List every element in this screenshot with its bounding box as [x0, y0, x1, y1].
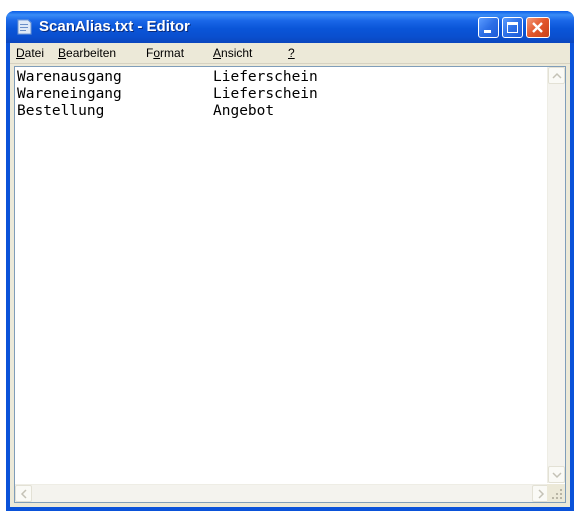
vertical-scrollbar[interactable] — [547, 67, 565, 483]
line-key: Bestellung — [17, 103, 105, 119]
chevron-left-icon — [20, 489, 27, 499]
menu-help-accel: ? — [288, 46, 295, 60]
resize-grip[interactable] — [547, 484, 565, 502]
menu-view-accel: A — [213, 46, 222, 60]
text-line: Wareneingang Lieferschein — [17, 86, 545, 103]
close-icon — [532, 22, 543, 33]
scroll-up-button[interactable] — [548, 67, 565, 84]
horizontal-scrollbar[interactable] — [15, 484, 549, 502]
menu-format-label: rmat — [160, 46, 185, 60]
menu-help[interactable]: ? — [288, 46, 295, 60]
text-editor[interactable]: Warenausgang Lieferschein Wareneingang L… — [14, 66, 566, 503]
menu-file-accel: D — [16, 46, 25, 60]
line-key: Wareneingang — [17, 86, 122, 102]
notepad-icon[interactable] — [17, 19, 32, 35]
menu-view[interactable]: Ansicht — [213, 46, 252, 60]
title-bar[interactable]: ScanAlias.txt - Editor — [6, 11, 574, 43]
scroll-left-button[interactable] — [15, 485, 32, 502]
editor-window: ScanAlias.txt - Editor Datei Bearbeiten … — [6, 11, 574, 511]
maximize-icon — [507, 22, 518, 33]
menu-file[interactable]: Datei — [16, 46, 44, 60]
line-key: Warenausgang — [17, 69, 122, 85]
menu-bar: Datei Bearbeiten Format Ansicht ? — [10, 43, 570, 64]
menu-edit-accel: B — [58, 46, 67, 60]
close-button[interactable] — [526, 17, 550, 38]
text-line: Warenausgang Lieferschein — [17, 69, 545, 86]
line-value: Lieferschein — [213, 69, 318, 85]
text-line: Bestellung Angebot — [17, 103, 545, 120]
scroll-down-button[interactable] — [548, 466, 565, 483]
chevron-up-icon — [552, 72, 562, 79]
line-value: Lieferschein — [213, 86, 318, 102]
maximize-button[interactable] — [502, 17, 523, 38]
minimize-icon — [484, 30, 491, 33]
minimize-button[interactable] — [478, 17, 499, 38]
menu-edit-label: earbeiten — [66, 46, 117, 60]
client-area: Datei Bearbeiten Format Ansicht ? Warena… — [10, 43, 570, 507]
line-value: Angebot — [213, 103, 275, 119]
menu-file-label: atei — [24, 46, 45, 60]
text-content[interactable]: Warenausgang Lieferschein Wareneingang L… — [17, 69, 545, 481]
menu-view-label: nsicht — [221, 46, 253, 60]
resize-grip-icon — [552, 489, 562, 499]
window-title: ScanAlias.txt - Editor — [39, 18, 190, 35]
menu-format[interactable]: Format — [146, 46, 184, 60]
menu-edit[interactable]: Bearbeiten — [58, 46, 116, 60]
chevron-down-icon — [552, 472, 562, 479]
